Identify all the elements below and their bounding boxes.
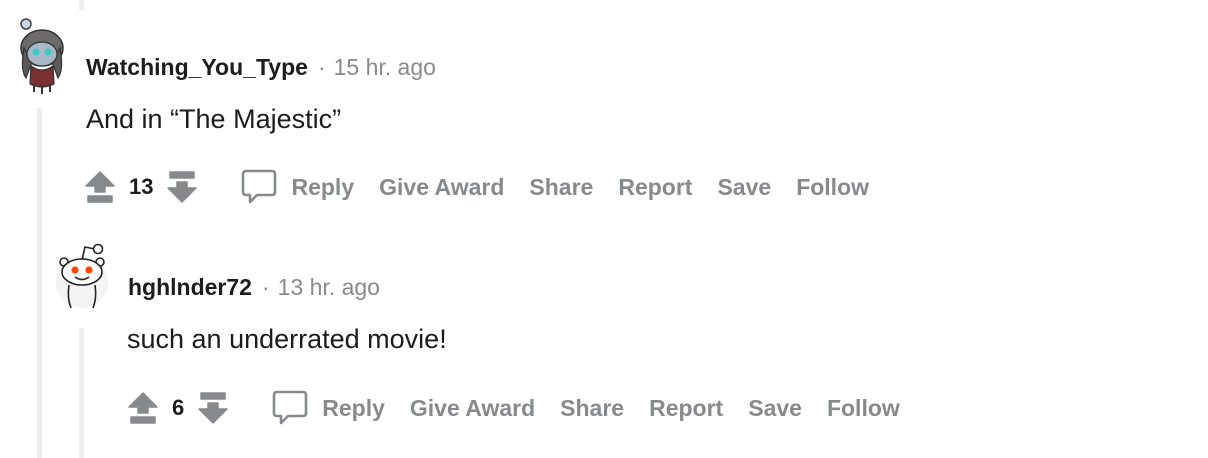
give-award-button[interactable]: Give Award xyxy=(410,395,535,422)
comment-action-bar: 13 Reply Give Award Share Report Save Fo… xyxy=(84,167,869,207)
downvote-icon[interactable] xyxy=(166,170,198,204)
avatar[interactable] xyxy=(54,238,110,312)
reply-label: Reply xyxy=(291,173,355,200)
thread-line-comment-2[interactable] xyxy=(79,328,84,458)
follow-button[interactable]: Follow xyxy=(827,395,900,422)
save-button[interactable]: Save xyxy=(748,395,802,422)
comment-bubble-icon xyxy=(242,169,277,204)
share-button[interactable]: Share xyxy=(529,174,593,201)
thread-line-top[interactable] xyxy=(79,0,84,10)
downvote-icon[interactable] xyxy=(197,391,229,425)
report-button[interactable]: Report xyxy=(618,174,692,201)
follow-button[interactable]: Follow xyxy=(796,174,869,201)
meta-separator: · xyxy=(261,273,270,300)
upvote-icon[interactable] xyxy=(127,391,159,425)
username[interactable]: hghlnder72 xyxy=(128,274,252,301)
reply-button[interactable]: Reply xyxy=(240,168,354,206)
comment-bubble-icon xyxy=(272,390,308,425)
save-button[interactable]: Save xyxy=(717,174,771,201)
upvote-icon[interactable] xyxy=(84,170,116,204)
vote-count: 6 xyxy=(172,395,185,420)
vote-count: 13 xyxy=(129,174,154,199)
meta-separator: · xyxy=(317,53,326,80)
comment-body: And in “The Majestic” xyxy=(86,104,342,134)
reply-button[interactable]: Reply xyxy=(271,389,385,427)
reply-label: Reply xyxy=(322,394,385,421)
give-award-button[interactable]: Give Award xyxy=(379,174,504,201)
share-button[interactable]: Share xyxy=(560,395,624,422)
avatar[interactable] xyxy=(12,18,68,96)
comment-action-bar: 6 Reply Give Award Share Report Save Fol… xyxy=(127,388,900,428)
comment-timestamp[interactable]: 13 hr. ago xyxy=(278,274,380,301)
thread-line-comment-1[interactable] xyxy=(37,108,42,458)
report-button[interactable]: Report xyxy=(649,395,723,422)
username[interactable]: Watching_You_Type xyxy=(86,54,308,81)
comment-timestamp[interactable]: 15 hr. ago xyxy=(334,54,436,81)
comment-body: such an underrated movie! xyxy=(127,324,447,354)
